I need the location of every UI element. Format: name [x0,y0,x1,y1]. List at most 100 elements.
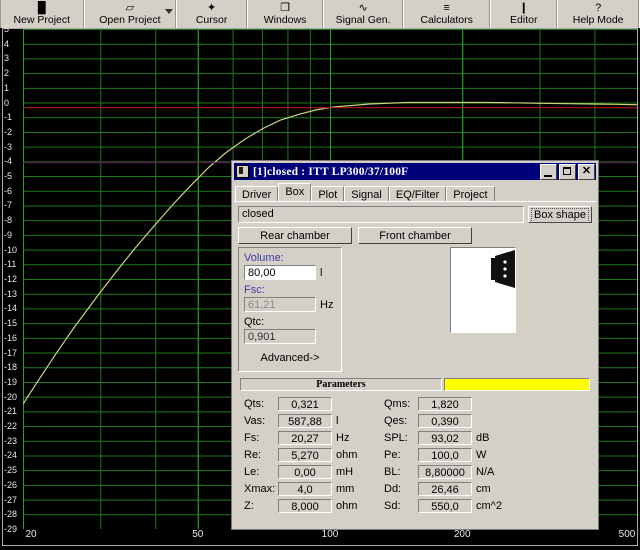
parameter-value[interactable]: 550,0 [418,499,472,513]
box-shape-button-label: Box shape [531,208,589,223]
parameter-label: Qes: [384,415,408,427]
parameter-row: Z: 8,000 ohm [244,499,370,513]
toolbar-button-calculators[interactable]: ≡ Calculators [403,0,491,28]
sliders-icon: ≡ [443,2,450,14]
rear-chamber-button[interactable]: Rear chamber [238,227,352,244]
toolbar-button-label: Windows [263,14,307,26]
dropdown-caret-icon[interactable] [165,9,174,14]
dialog-tabs[interactable]: Driver Box Plot Signal EQ/Filter Project [234,180,596,202]
qtc-row: 0,901 [244,329,336,344]
toolbar-button-label: Help Mode [572,14,624,26]
enclosure-diagram-icon [451,248,515,332]
parameter-value[interactable]: 4,0 [278,482,332,496]
toolbar-button-windows[interactable]: ❐ Windows [246,0,324,28]
parameters-grid: Qts: 0,321 Vas: 587,88 l Fs: 20,27 Hz Re: 5,270 oh… [238,397,592,513]
toolbar-button-label: Editor [510,14,538,26]
y-axis-tick-label: -19 [4,376,18,387]
y-axis-tick-label: 5 [4,24,10,34]
x-axis-labels: 20 50 100 200 500 [3,527,637,545]
parameter-value[interactable]: 5,270 [278,448,332,462]
parameter-unit: mm [336,483,355,495]
parameter-label: Z: [244,500,254,512]
toolbar-button-help-mode[interactable]: ? Help Mode [557,0,639,28]
windows-icon: ❐ [280,2,290,14]
y-axis-tick-label: -23 [4,435,18,446]
volume-input[interactable]: 80,00 [244,265,316,280]
parameter-label: SPL: [384,432,408,444]
y-axis-tick-label: 2 [4,68,10,79]
parameter-row: Xmax: 4,0 mm [244,482,370,496]
parameter-value[interactable]: 20,27 [278,431,332,445]
y-axis-tick-label: -12 [4,274,18,284]
parameter-unit: ohm [336,449,358,461]
toolbar-button-open-project[interactable]: ▱ Open Project [83,0,177,28]
x-axis-tick-label: 500 [618,529,636,540]
parameter-row: BL: 8,80000 N/A [384,465,510,479]
parameter-row: Sd: 550,0 cm^2 [384,499,510,513]
parameter-value[interactable]: 587,88 [278,414,332,428]
parameter-row: Vas: 587,88 l [244,414,370,428]
parameters-highlight-bar [444,378,590,391]
parameter-value[interactable]: 100,0 [418,448,472,462]
qtc-label: Qtc: [244,316,265,328]
driver-properties-dialog[interactable]: [1]closed : ITT LP300/37/100F ✕ Driver Bo… [231,160,599,530]
parameter-row: SPL: 93,02 dB [384,431,510,445]
qtc-input[interactable]: 0,901 [244,329,316,344]
y-axis-tick-label: -18 [4,362,18,373]
toolbar-button-label: Cursor [195,14,228,26]
y-axis-tick-label: -28 [4,509,18,520]
close-button[interactable]: ✕ [578,163,595,180]
tab-box[interactable]: Box [278,183,312,201]
minimize-button[interactable] [540,163,557,180]
advanced-button[interactable]: Advanced-> [244,352,336,364]
tab-project[interactable]: Project [446,186,495,201]
toolbar-button-label: Signal Gen. [335,14,391,26]
y-axis-tick-label: -7 [4,200,13,211]
box-name-row: closed Box shape [238,206,592,223]
parameter-unit: W [476,449,487,461]
box-shape-button[interactable]: Box shape [528,206,592,223]
dialog-titlebar[interactable]: [1]closed : ITT LP300/37/100F ✕ [234,163,596,180]
parameter-unit: Hz [336,432,350,444]
parameter-value[interactable]: 8,80000 [418,465,472,479]
parameter-value[interactable]: 0,00 [278,465,332,479]
folder-open-icon: ▱ [125,2,135,14]
rear-chamber-group: Volume: 80,00 l Fsc: 61,21 Hz Qtc: 0,901… [238,247,342,372]
parameters-header-label: Parameters [240,378,442,391]
y-axis-tick-label: -5 [4,171,13,182]
toolbar-button-editor[interactable]: ❙ Editor [490,0,558,28]
y-axis-tick-label: -17 [4,347,18,358]
parameter-label: Xmax: [244,483,276,495]
application-window: █ New Project ▱ Open Project ✦ Cursor ❐ Windows… [0,0,640,550]
toolbar-button-signal-gen[interactable]: ∿ Signal Gen. [323,0,404,28]
tab-signal[interactable]: Signal [344,186,389,201]
maximize-button[interactable] [559,163,576,180]
parameter-value[interactable]: 0,321 [278,397,332,411]
tab-driver[interactable]: Driver [235,186,279,201]
parameter-value[interactable]: 1,820 [418,397,472,411]
toolbar-button-new-project[interactable]: █ New Project [0,0,84,28]
parameter-value[interactable]: 8,000 [278,499,332,513]
y-axis-tick-label: -20 [4,391,18,402]
tab-eq-filter[interactable]: EQ/Filter [388,186,447,201]
toolbar-button-cursor[interactable]: ✦ Cursor [176,0,247,28]
toolbar-button-label: Calculators [420,14,473,26]
parameter-value[interactable]: 0,390 [418,414,472,428]
y-axis-tick-label: -13 [4,288,18,299]
box-name-field[interactable]: closed [238,206,524,223]
front-chamber-button[interactable]: Front chamber [358,227,472,244]
y-axis-tick-label: -27 [4,494,18,505]
fsc-input: 61,21 [244,297,316,312]
parameter-row: Pe: 100,0 W [384,448,510,462]
parameter-row: Re: 5,270 ohm [244,448,370,462]
window-controls: ✕ [540,163,595,180]
y-axis-tick-label: -24 [4,450,18,461]
speaker-icon [236,165,249,178]
y-axis-tick-label: -15 [4,318,18,329]
box-parameters-row: Volume: 80,00 l Fsc: 61,21 Hz Qtc: 0,901… [238,247,592,372]
parameter-value[interactable]: 93,02 [418,431,472,445]
box-shape-preview[interactable] [450,247,516,333]
parameter-value[interactable]: 26,46 [418,482,472,496]
parameter-label: Le: [244,466,260,478]
tab-plot[interactable]: Plot [311,186,345,201]
